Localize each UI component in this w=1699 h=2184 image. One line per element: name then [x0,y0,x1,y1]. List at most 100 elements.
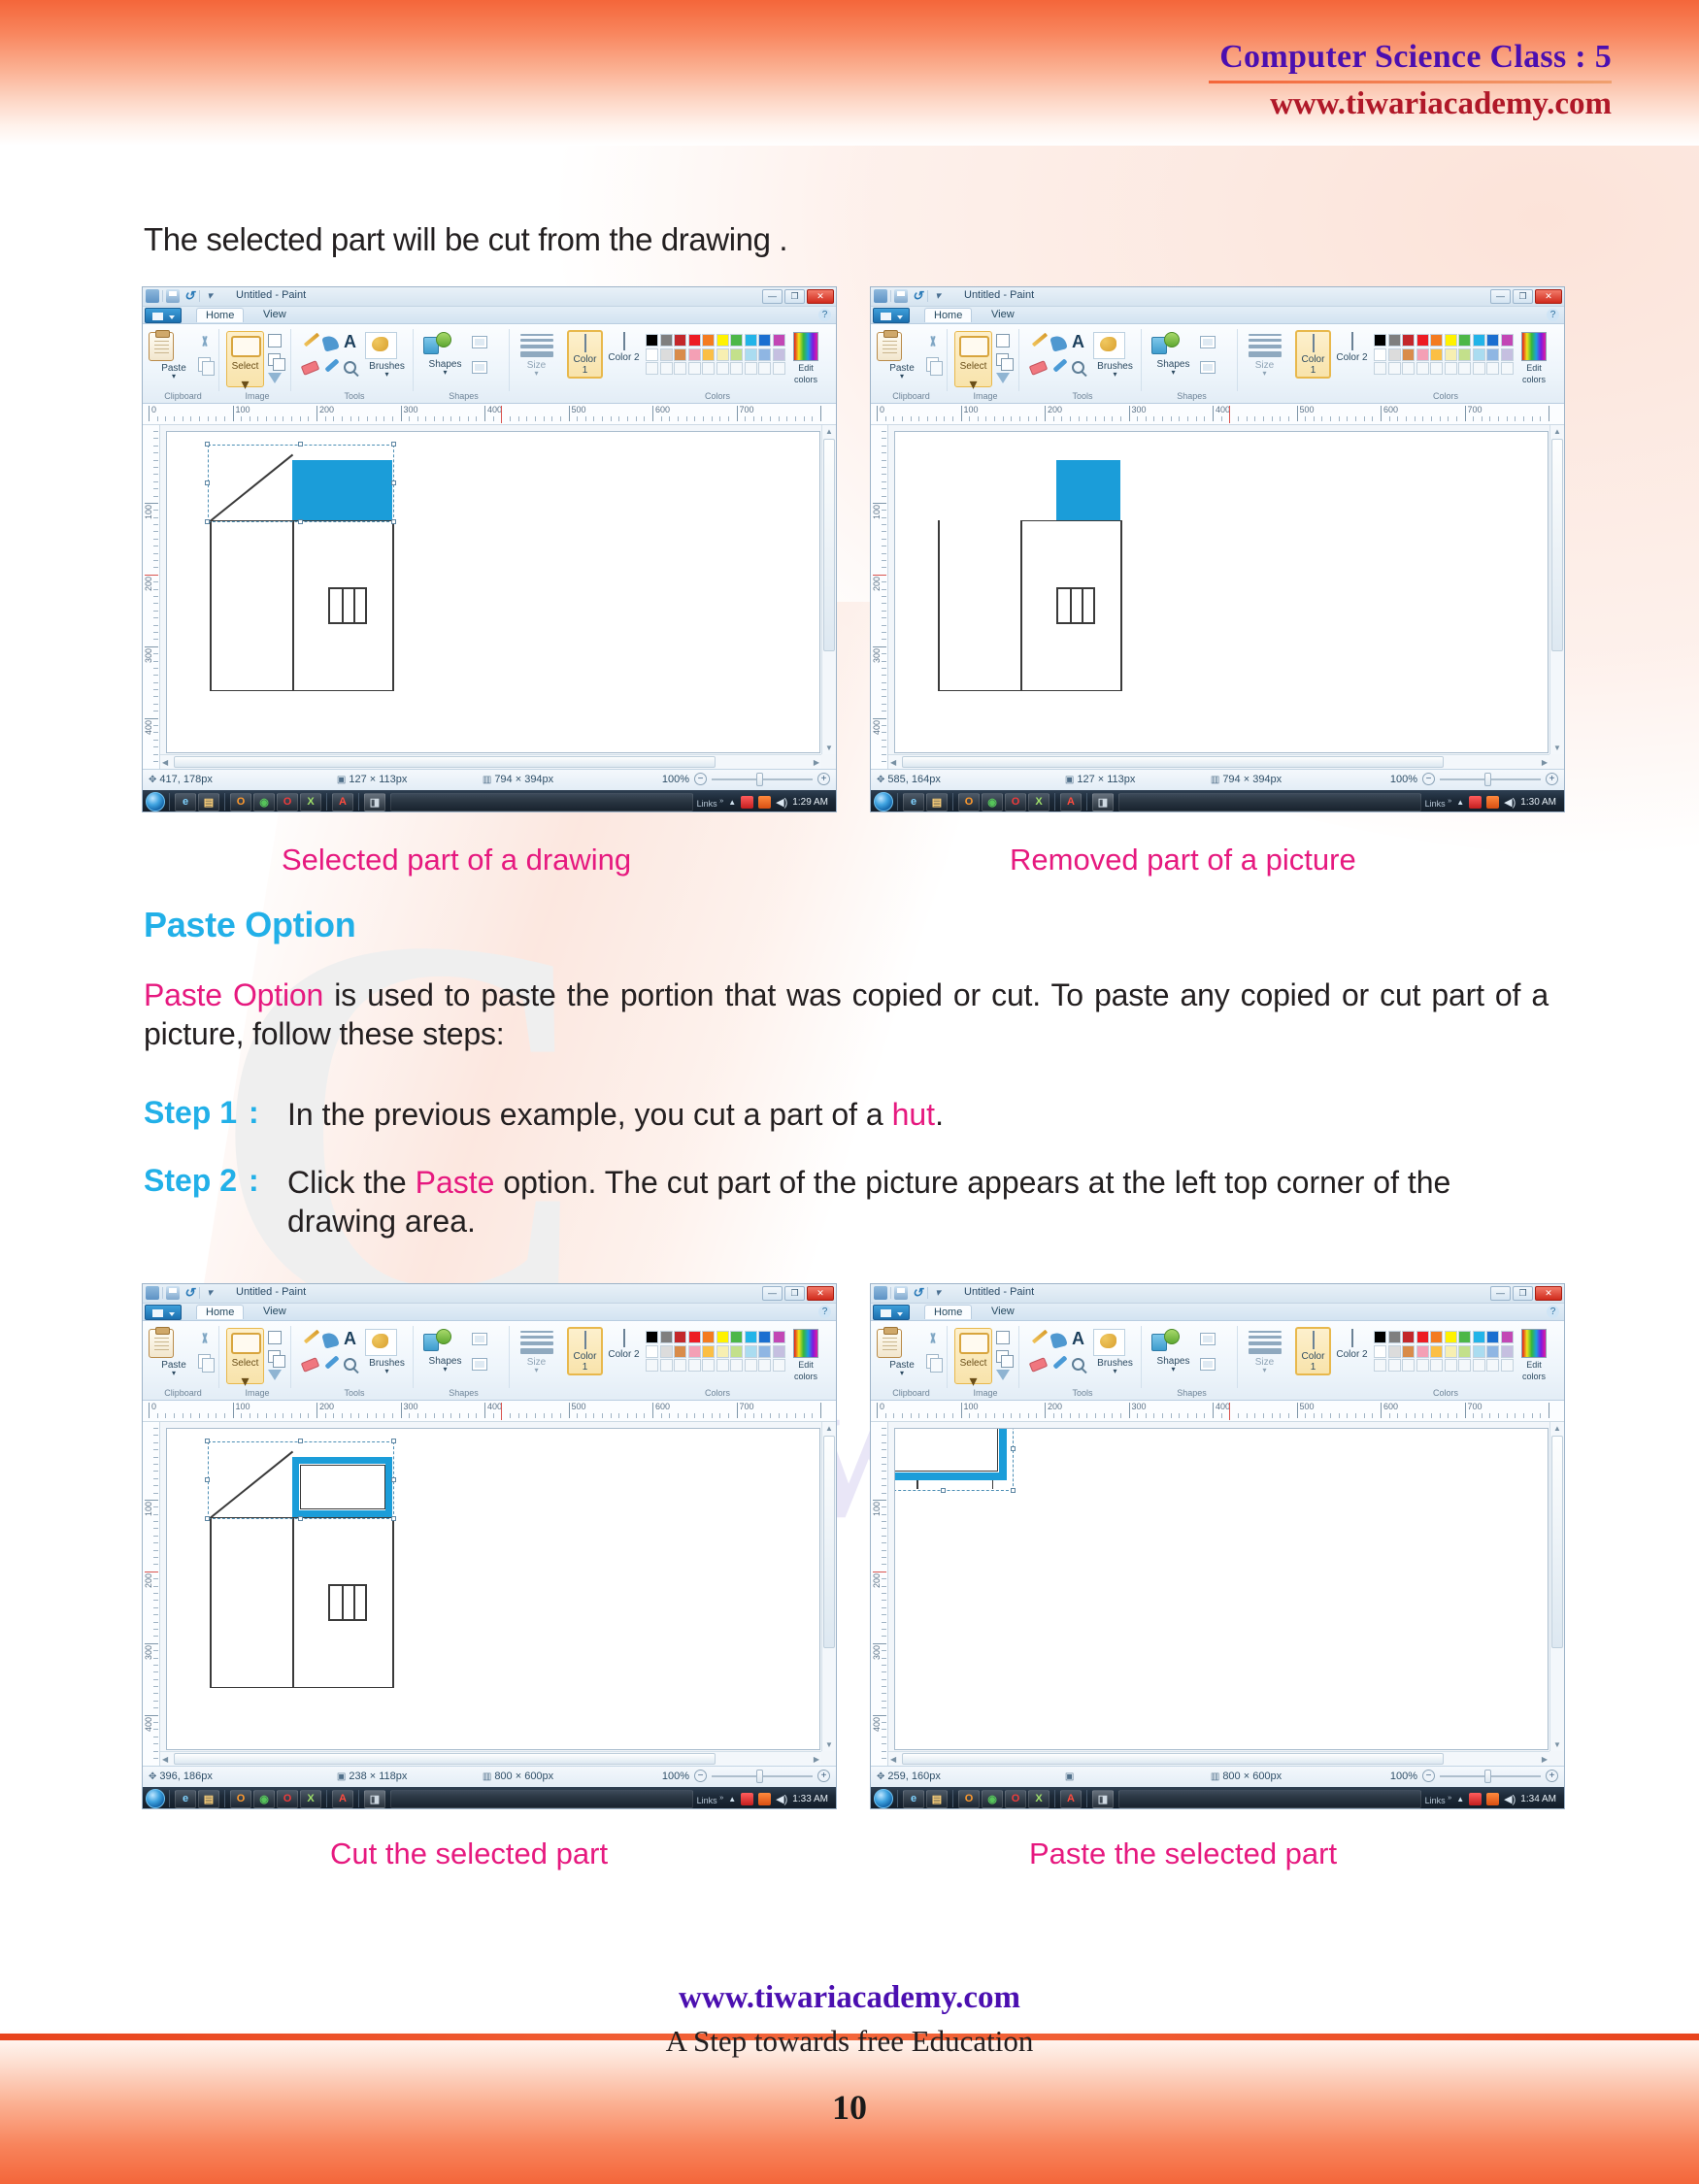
selection-marquee[interactable] [208,1441,395,1519]
rotate-button[interactable] [268,373,282,383]
chevron-down-icon[interactable]: ▾ [1245,1367,1284,1374]
palette-swatch[interactable] [744,334,757,347]
fill-tool[interactable] [1049,334,1068,352]
edit-colors-button[interactable]: Edit colors [790,332,821,384]
eraser-tool[interactable] [1028,1357,1049,1373]
tray-volume-icon[interactable]: ◀) [776,796,787,809]
horizontal-scroll-thumb[interactable] [902,1753,1444,1765]
pencil-tool[interactable] [1031,332,1049,347]
start-orb-icon[interactable] [874,1789,893,1808]
palette-swatch[interactable] [646,1331,658,1343]
palette-swatch[interactable] [772,1331,785,1343]
text-tool[interactable]: A [344,333,356,350]
resize-button[interactable] [996,1350,1014,1368]
taskbar-internet-explorer-icon[interactable]: e [903,792,924,811]
minimize-button[interactable]: — [1490,289,1511,304]
palette-swatch[interactable] [646,1344,658,1358]
palette-custom-swatch[interactable] [1387,362,1401,375]
selection-handle[interactable] [391,1439,397,1444]
palette-custom-swatch[interactable] [772,362,785,375]
vertical-scroll-thumb[interactable] [1551,1436,1563,1648]
taskbar-folder-icon[interactable]: ▤ [198,1789,219,1808]
paint-tab-bar[interactable]: Home View ? [871,1304,1564,1321]
chevron-down-icon[interactable]: ▾ [149,1370,199,1377]
vertical-scroll-thumb[interactable] [823,1436,835,1648]
help-icon[interactable]: ? [1547,1306,1559,1318]
palette-swatch[interactable] [687,1344,701,1358]
palette-swatch[interactable] [730,347,743,361]
close-button[interactable]: ✕ [807,289,834,304]
palette-swatch[interactable] [758,1344,771,1358]
palette-swatch[interactable] [1374,1331,1386,1343]
drawing-canvas[interactable] [894,1428,1549,1750]
paint-window-fig2[interactable]: ↺ ▾ Untitled - Paint — ❐ ✕ Home View ? P… [870,286,1565,812]
tray-network-icon[interactable] [1486,1792,1500,1805]
selection-handle[interactable] [391,518,397,524]
zoom-out-button[interactable]: − [1422,773,1435,785]
palette-swatch[interactable] [659,1331,673,1343]
scroll-down-icon[interactable]: ▼ [1553,744,1561,752]
horizontal-scrollbar[interactable]: ◀ ▶ [888,1751,1549,1766]
tray-antivirus-icon[interactable] [1469,795,1482,809]
size-button[interactable]: Size ▾ [1245,334,1284,378]
selection-handle[interactable] [205,1477,211,1482]
taskbar-acrobat-icon[interactable]: A [1060,792,1082,811]
shapes-button[interactable]: Shapes ▾ [423,332,467,377]
chevron-down-icon[interactable]: ▾ [365,1368,409,1375]
canvas-viewport[interactable] [160,1422,836,1766]
paint-window-fig3[interactable]: ↺ ▾ Untitled - Paint — ❐ ✕ Home View ? P… [142,1283,837,1809]
tab-home[interactable]: Home [196,308,245,322]
cut-button[interactable] [197,1333,213,1348]
palette-swatch[interactable] [1430,1331,1443,1343]
scroll-left-icon[interactable]: ◀ [890,1755,896,1764]
tray-links-label[interactable]: Links » [697,796,724,809]
scroll-up-icon[interactable]: ▲ [825,427,833,436]
maximize-button[interactable]: ❐ [784,1286,805,1301]
palette-custom-swatch[interactable] [1402,1359,1415,1372]
palette-swatch[interactable] [1430,347,1443,361]
taskbar-internet-explorer-icon[interactable]: e [175,792,196,811]
help-icon[interactable]: ? [1547,309,1559,321]
palette-swatch[interactable] [772,1344,785,1358]
rotate-button[interactable] [996,373,1010,383]
palette-swatch[interactable] [702,347,715,361]
taskbar-internet-explorer-icon[interactable]: e [903,1789,924,1808]
paint-title-bar[interactable]: ↺ ▾ Untitled - Paint — ❐ ✕ [143,1284,836,1304]
select-button[interactable]: Select ▾ [226,331,264,393]
palette-swatch[interactable] [1500,347,1514,361]
save-icon[interactable] [166,1286,180,1300]
quick-access-toolbar[interactable]: ↺ ▾ [874,289,945,303]
palette-swatch[interactable] [1444,334,1457,347]
palette-swatch[interactable] [1486,1331,1499,1343]
color-picker-tool[interactable] [324,358,340,373]
resize-button[interactable] [268,353,285,371]
select-button[interactable]: Select ▾ [226,1328,264,1390]
chevron-down-icon[interactable]: ▾ [423,369,467,377]
brushes-button[interactable]: Brushes ▾ [365,332,409,379]
save-icon[interactable] [166,289,180,303]
palette-custom-swatch[interactable] [1486,362,1499,375]
palette-custom-swatch[interactable] [1444,362,1457,375]
palette-swatch[interactable] [1486,347,1499,361]
paint-app-icon[interactable] [146,289,159,303]
selection-marquee[interactable] [895,1429,1014,1492]
start-orb-icon[interactable] [146,792,165,811]
scroll-up-icon[interactable]: ▲ [1553,1424,1561,1433]
palette-swatch[interactable] [1472,1331,1485,1343]
close-button[interactable]: ✕ [1535,289,1562,304]
palette-custom-swatch[interactable] [687,362,701,375]
fill-tool[interactable] [321,1331,340,1349]
taskbar-paint-window-button[interactable]: ◨ [364,1789,385,1808]
edit-colors-button[interactable]: Edit colors [1518,1329,1549,1381]
taskbar-folder-icon[interactable]: ▤ [926,1789,948,1808]
paint-app-icon[interactable] [874,289,887,303]
undo-icon[interactable]: ↺ [183,289,196,303]
window-control-buttons[interactable]: — ❐ ✕ [1490,289,1562,304]
start-orb-icon[interactable] [146,1789,165,1808]
palette-custom-swatch[interactable] [659,362,673,375]
palette-custom-swatch[interactable] [1444,1359,1457,1372]
palette-swatch[interactable] [1472,334,1485,347]
palette-custom-swatch[interactable] [702,362,715,375]
scroll-right-icon[interactable]: ▶ [814,1755,819,1764]
customize-qat-icon[interactable]: ▾ [931,1286,945,1300]
